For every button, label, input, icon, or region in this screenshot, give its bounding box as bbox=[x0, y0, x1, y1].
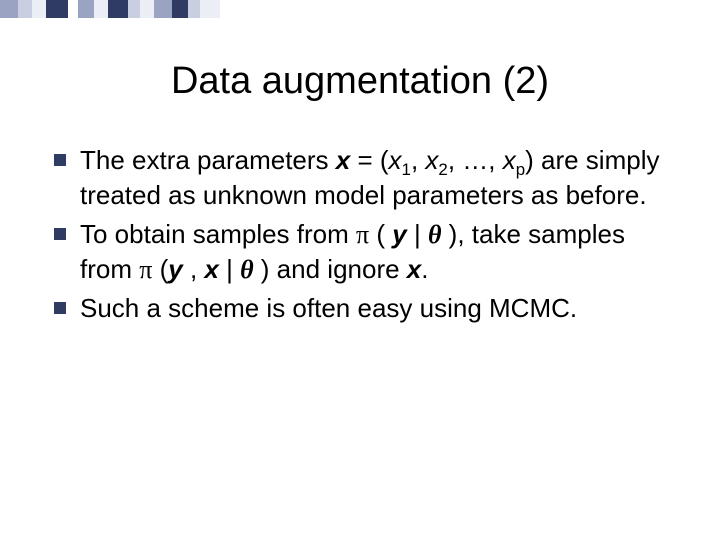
var-x-bold: x bbox=[407, 254, 421, 284]
bullet-text: The extra parameters x = (x1, x2, …, xp)… bbox=[80, 145, 659, 210]
deco-segment bbox=[32, 0, 46, 18]
deco-segment bbox=[154, 0, 172, 18]
deco-segment bbox=[140, 0, 154, 18]
var-x: x bbox=[389, 145, 402, 175]
pi-symbol: π bbox=[356, 220, 369, 249]
var-y-bold: y bbox=[392, 219, 406, 249]
text-run: . bbox=[421, 254, 428, 284]
deco-segment bbox=[128, 0, 140, 18]
text-run: The extra parameters bbox=[80, 145, 336, 175]
text-run: , …, bbox=[448, 145, 503, 175]
bullet-item: Such a scheme is often easy using MCMC. bbox=[54, 291, 672, 326]
subscript: 2 bbox=[438, 160, 447, 179]
slide-title: Data augmentation (2) bbox=[48, 60, 672, 103]
deco-segment bbox=[188, 0, 200, 18]
text-run: = ( bbox=[350, 145, 388, 175]
deco-segment bbox=[108, 0, 128, 18]
text-run: ( bbox=[369, 219, 392, 249]
subscript: 1 bbox=[402, 160, 411, 179]
deco-segment bbox=[0, 0, 18, 18]
text-run: | bbox=[219, 254, 240, 284]
pi-symbol: π bbox=[139, 255, 152, 284]
deco-segment bbox=[200, 0, 220, 18]
var-x: x bbox=[425, 145, 438, 175]
text-run: ( bbox=[152, 254, 168, 284]
bullet-list: The extra parameters x = (x1, x2, …, xp)… bbox=[48, 143, 672, 326]
theta-symbol: θ bbox=[240, 255, 254, 284]
slide-body: Data augmentation (2) The extra paramete… bbox=[0, 0, 720, 370]
square-bullet-icon bbox=[54, 302, 66, 314]
deco-segment bbox=[78, 0, 94, 18]
text-run: | bbox=[407, 219, 428, 249]
var-x-bold: x bbox=[204, 254, 218, 284]
var-x-bold: x bbox=[336, 145, 350, 175]
square-bullet-icon bbox=[54, 154, 66, 166]
theta-symbol: θ bbox=[428, 220, 442, 249]
var-y-bold: y bbox=[168, 254, 182, 284]
text-run: , bbox=[183, 254, 205, 284]
var-x: x bbox=[503, 145, 516, 175]
subscript: p bbox=[516, 160, 525, 179]
bullet-text: Such a scheme is often easy using MCMC. bbox=[80, 293, 577, 323]
square-bullet-icon bbox=[54, 228, 66, 240]
bullet-item: The extra parameters x = (x1, x2, …, xp)… bbox=[54, 143, 672, 213]
text-run: ) and ignore bbox=[254, 254, 407, 284]
deco-segment bbox=[172, 0, 188, 18]
deco-segment bbox=[68, 0, 78, 18]
bullet-text: To obtain samples from π ( y | θ ), take… bbox=[80, 219, 625, 284]
text-run: To obtain samples from bbox=[80, 219, 356, 249]
corner-decoration bbox=[0, 0, 220, 18]
deco-segment bbox=[18, 0, 32, 18]
deco-segment bbox=[94, 0, 108, 18]
bullet-item: To obtain samples from π ( y | θ ), take… bbox=[54, 217, 672, 287]
deco-segment bbox=[46, 0, 68, 18]
text-run: , bbox=[411, 145, 425, 175]
